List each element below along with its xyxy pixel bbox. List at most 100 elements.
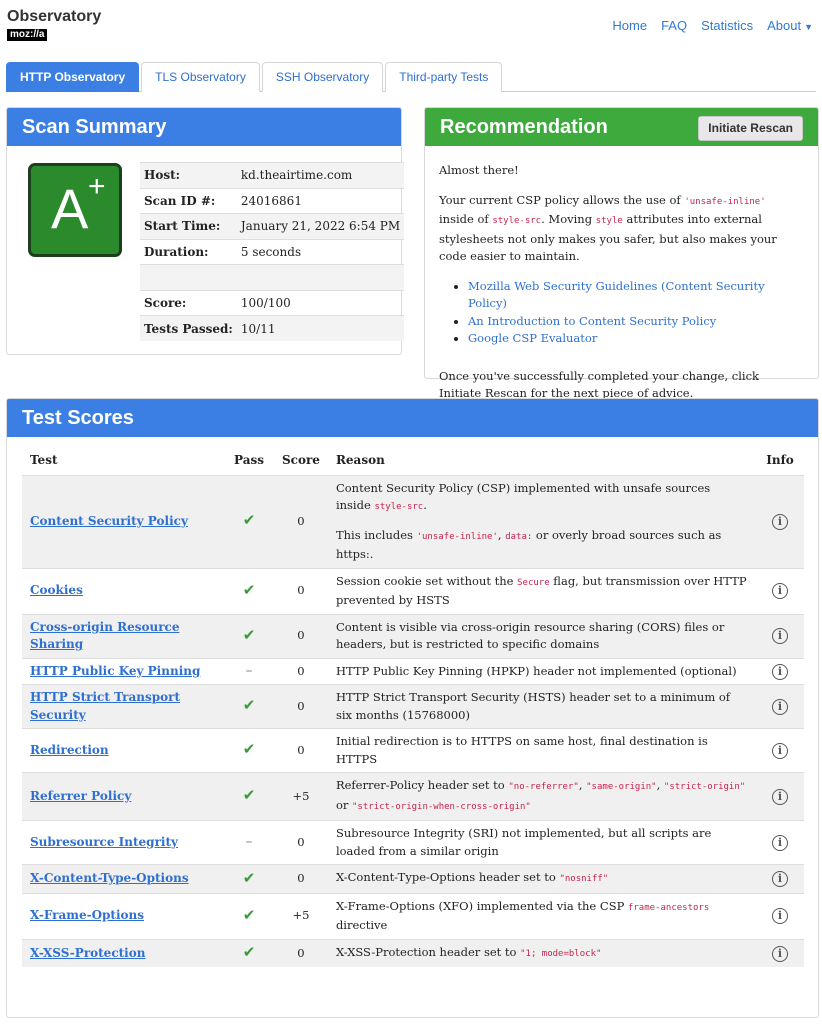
check-icon: ✔	[242, 580, 256, 599]
info-icon[interactable]: i	[772, 908, 788, 925]
test-name-cell: X-XSS-Protection	[22, 938, 224, 967]
mozilla-logo: moz://a	[7, 29, 48, 41]
score-cell: 0	[274, 567, 328, 614]
tab-third-party-tests[interactable]: Third-party Tests	[385, 62, 503, 92]
recommendation-panel: Recommendation Initiate Rescan Almost th…	[424, 107, 819, 400]
check-icon: ✔	[242, 511, 256, 530]
check-icon: ✔	[242, 740, 256, 759]
code-snippet: "strict-origin-when-cross-origin"	[352, 801, 531, 812]
test-name-link[interactable]: HTTP Public Key Pinning	[30, 664, 200, 678]
nav-about-label[interactable]: About	[767, 18, 801, 33]
test-name-link[interactable]: Redirection	[30, 743, 109, 757]
info-cell: i	[756, 892, 804, 939]
summary-value	[236, 264, 405, 290]
test-name-cell: HTTP Strict Transport Security	[22, 684, 224, 729]
nav-statistics[interactable]: Statistics	[701, 18, 753, 33]
code-snippet: 'unsafe-inline'	[684, 196, 766, 207]
recommendation-text: Your current CSP policy allows the use o…	[439, 192, 777, 264]
info-icon[interactable]: i	[772, 663, 788, 680]
reason-text: This includes 'unsafe-inline', data: or …	[335, 527, 722, 562]
tab-tls-observatory[interactable]: TLS Observatory	[141, 62, 260, 92]
info-cell: i	[756, 820, 804, 865]
summary-key: Start Time:	[140, 213, 237, 239]
info-icon[interactable]: i	[772, 834, 788, 851]
summary-value: 5 seconds	[236, 238, 405, 265]
code-snippet: "no-referrer"	[508, 782, 579, 792]
reason-cell: Initial redirection is to HTTPS on same …	[327, 728, 756, 773]
test-name-link[interactable]: HTTP Strict Transport Security	[30, 690, 180, 722]
reason-text: X-Content-Type-Options header set to "no…	[335, 870, 609, 884]
reason-text: Content Security Policy (CSP) implemente…	[335, 480, 711, 513]
reason-cell: Content Security Policy (CSP) implemente…	[327, 474, 756, 568]
grade-badge: A +	[28, 163, 122, 257]
info-icon[interactable]: i	[772, 583, 788, 600]
link-mozilla-guidelines[interactable]: Mozilla Web Security Guidelines (Content…	[468, 279, 765, 311]
info-icon[interactable]: i	[772, 628, 788, 645]
summary-row: Host: kd.theairtime.com	[140, 162, 405, 188]
nav-home[interactable]: Home	[612, 18, 647, 33]
table-row: X-XSS-Protection ✔ 0 X-XSS-Protection heade…	[22, 938, 804, 967]
table-row: X-Frame-Options ✔ +5 X-Frame-Options (XFO) …	[22, 892, 804, 939]
info-icon[interactable]: i	[772, 788, 788, 805]
reason-cell: X-XSS-Protection header set to "1; mode=…	[327, 938, 756, 967]
info-icon[interactable]: i	[772, 945, 788, 962]
test-name-cell: Cookies	[22, 567, 224, 614]
tab-http-observatory[interactable]: HTTP Observatory	[6, 62, 140, 92]
test-name-link[interactable]: Cookies	[30, 583, 83, 597]
link-google-csp-evaluator[interactable]: Google CSP Evaluator	[468, 331, 597, 345]
pass-cell: ✔	[224, 864, 274, 893]
nav-about[interactable]: About ▼	[767, 18, 813, 33]
info-cell: i	[756, 728, 804, 773]
test-name-link[interactable]: X-XSS-Protection	[30, 946, 145, 960]
test-name-link[interactable]: X-Frame-Options	[30, 908, 144, 922]
scan-summary-table: Host: kd.theairtime.com Scan ID #: 24016861…	[140, 162, 405, 341]
test-name-link[interactable]: Subresource Integrity	[30, 835, 178, 849]
info-icon[interactable]: i	[772, 698, 788, 715]
pass-cell: ✔	[224, 474, 274, 568]
summary-value: 24016861	[236, 187, 405, 214]
code-snippet: "same-origin"	[586, 782, 657, 792]
test-scores-title: Test Scores	[7, 399, 818, 437]
summary-row: Score: 100/100	[140, 289, 405, 316]
reason-text: Referrer-Policy header set to "no-referr…	[335, 778, 746, 812]
summary-key: Host:	[140, 162, 237, 188]
check-icon: ✔	[242, 786, 256, 805]
test-name-link[interactable]: X-Content-Type-Options	[30, 871, 189, 885]
test-name-link[interactable]: Content Security Policy	[30, 514, 188, 528]
brand[interactable]: Observatory moz://a	[7, 8, 101, 41]
list-item: An Introduction to Content Security Poli…	[468, 313, 804, 331]
code-snippet: frame-ancestors	[627, 902, 710, 913]
table-row: Referrer Policy ✔ +5 Referrer-Policy header…	[22, 772, 804, 821]
code-snippet: style	[595, 216, 623, 226]
score-cell: +5	[274, 772, 328, 821]
info-icon[interactable]: i	[772, 742, 788, 759]
check-icon: ✔	[242, 943, 256, 961]
info-icon[interactable]: i	[772, 513, 788, 530]
reason-text: Content is visible via cross-origin reso…	[335, 619, 725, 652]
brand-title[interactable]: Observatory	[7, 8, 101, 26]
info-cell: i	[756, 684, 804, 729]
table-row: HTTP Public Key Pinning – 0 HTTP Public Key…	[22, 657, 804, 685]
code-snippet: 'unsafe-inline'	[416, 531, 498, 542]
top-nav: Home FAQ Statistics About ▼	[612, 18, 813, 33]
score-cell: 0	[274, 613, 328, 658]
test-name-link[interactable]: Referrer Policy	[30, 789, 131, 803]
recommendation-body: Almost there! Your current CSP policy al…	[425, 146, 818, 403]
summary-row: Scan ID #: 24016861	[140, 187, 405, 214]
info-cell: i	[756, 567, 804, 614]
tab-ssh-observatory[interactable]: SSH Observatory	[261, 62, 384, 92]
nav-faq[interactable]: FAQ	[661, 18, 687, 33]
link-csp-introduction[interactable]: An Introduction to Content Security Poli…	[468, 314, 716, 328]
summary-row: Tests Passed: 10/11	[140, 315, 405, 341]
info-icon[interactable]: i	[772, 871, 788, 887]
reason-text: X-XSS-Protection header set to "1; mode=…	[335, 944, 602, 959]
score-cell: 0	[274, 684, 328, 729]
test-name-link[interactable]: Cross-origin Resource Sharing	[30, 620, 179, 652]
initiate-rescan-button[interactable]: Initiate Rescan	[698, 116, 803, 141]
test-name-cell: Cross-origin Resource Sharing	[22, 613, 224, 658]
pass-cell: ✔	[224, 728, 274, 773]
caret-down-icon[interactable]: ▼	[804, 22, 813, 32]
reason-text: Subresource Integrity (SRI) not implemen…	[335, 826, 712, 858]
summary-key: Duration:	[140, 238, 237, 265]
col-info: Info	[766, 452, 794, 467]
